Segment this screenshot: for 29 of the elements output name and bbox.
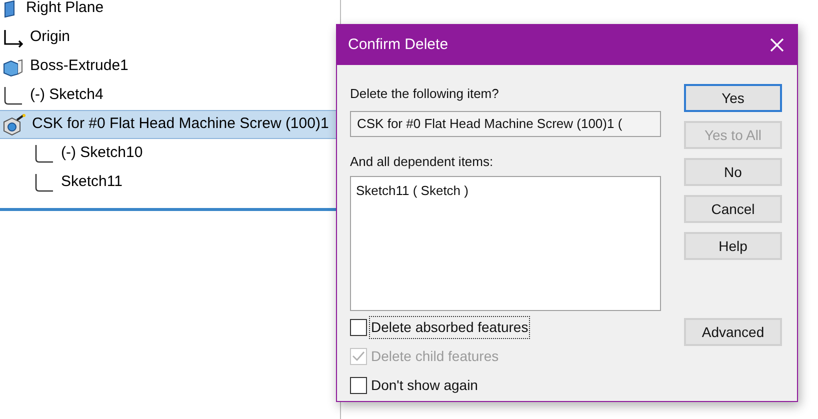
list-item[interactable]: Sketch11 ( Sketch )	[356, 181, 655, 200]
item-field[interactable]: CSK for #0 Flat Head Machine Screw (100)1 (	[350, 110, 661, 136]
axes-icon	[2, 28, 24, 48]
dependents-label: And all dependent items:	[350, 152, 494, 171]
checkbox-label: Delete child features	[370, 346, 500, 366]
hole-wizard-icon	[2, 114, 26, 136]
tree-item[interactable]: Right Plane	[0, 0, 340, 23]
checkbox-label: Don't show again	[370, 376, 479, 395]
dialog-button[interactable]: Cancel	[684, 195, 782, 223]
cube-icon	[2, 56, 24, 76]
tree-item[interactable]: Sketch11	[0, 168, 340, 197]
tree-item[interactable]: Origin	[0, 23, 340, 52]
checkmark-icon	[352, 350, 365, 362]
sketch-icon	[33, 172, 55, 192]
checkbox-label: Delete absorbed features	[370, 316, 530, 338]
sketch-icon	[33, 144, 55, 164]
dialog-button[interactable]: No	[684, 158, 782, 186]
tree-item[interactable]: Boss-Extrude1	[0, 52, 340, 81]
advanced-button[interactable]: Advanced	[684, 318, 782, 346]
dialog-button[interactable]: Help	[684, 232, 782, 260]
dialog-title: Confirm Delete	[348, 34, 448, 55]
tree-item[interactable]: (-) Sketch10	[0, 139, 340, 168]
checkbox[interactable]	[350, 376, 367, 394]
sketch-icon	[2, 86, 24, 106]
prompt-label: Delete the following item?	[350, 85, 500, 103]
tree-item[interactable]: (-) Sketch4	[0, 81, 340, 110]
close-icon[interactable]	[770, 38, 784, 52]
checkbox[interactable]	[350, 318, 367, 336]
dialog-button[interactable]: Yes	[684, 84, 782, 112]
